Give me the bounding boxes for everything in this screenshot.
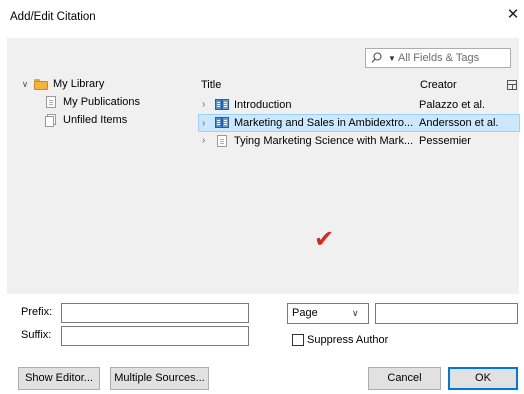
item-creator: Pessemier	[419, 135, 471, 147]
table-row[interactable]: › Marketing and Sales in Ambidextro... A…	[198, 114, 520, 132]
suffix-input[interactable]	[61, 326, 249, 346]
table-row[interactable]: › Introduction Palazzo et al.	[198, 96, 520, 114]
documents-icon	[45, 114, 57, 127]
item-title: Marketing and Sales in Ambidextro...	[234, 117, 414, 129]
chevron-down-icon[interactable]: ∨	[20, 76, 30, 93]
prefix-input[interactable]	[61, 303, 249, 323]
book-icon	[215, 99, 229, 110]
suppress-author-label[interactable]: Suppress Author	[307, 334, 388, 346]
tree-item-label: My Publications	[63, 96, 141, 108]
locator-type-select[interactable]: Page ∨	[287, 303, 369, 324]
tree-item-unfiled-items[interactable]: Unfiled Items	[45, 112, 185, 129]
chevron-right-icon[interactable]: ›	[202, 96, 205, 114]
ok-button[interactable]: OK	[448, 367, 518, 390]
prefix-label: Prefix:	[21, 306, 53, 318]
column-header-creator[interactable]: Creator	[420, 77, 457, 94]
book-icon	[215, 117, 229, 128]
locator-type-value: Page	[292, 307, 318, 319]
chevron-right-icon[interactable]: ›	[202, 132, 205, 150]
multiple-sources-button[interactable]: Multiple Sources...	[110, 367, 209, 390]
suppress-author-checkbox[interactable]	[292, 334, 304, 346]
search-mode-caret-icon[interactable]: ▼	[388, 50, 396, 68]
item-creator: Palazzo et al.	[419, 99, 486, 111]
tree-item-label: Unfiled Items	[63, 114, 128, 126]
locator-input[interactable]	[375, 303, 518, 324]
suffix-label: Suffix:	[21, 329, 52, 341]
search-input[interactable]: ▼ All Fields & Tags	[365, 48, 511, 68]
cancel-button[interactable]: Cancel	[368, 367, 441, 390]
folder-icon	[34, 79, 48, 90]
item-title: Introduction	[234, 99, 292, 111]
window-title: Add/Edit Citation	[10, 11, 96, 23]
search-placeholder: All Fields & Tags	[398, 52, 480, 64]
item-creator: Andersson et al.	[419, 117, 499, 129]
tree-item-my-publications[interactable]: My Publications	[46, 94, 186, 111]
tree-item-my-library[interactable]: ∨ My Library	[20, 76, 190, 93]
column-picker-icon[interactable]	[507, 80, 517, 90]
chevron-right-icon[interactable]: ›	[202, 115, 205, 133]
document-icon	[46, 96, 56, 108]
table-row[interactable]: › Tying Marketing Science with Mark... P…	[198, 132, 520, 150]
show-editor-button[interactable]: Show Editor...	[18, 367, 100, 390]
tree-item-label: My Library	[53, 78, 105, 90]
search-icon[interactable]	[371, 52, 382, 64]
item-title: Tying Marketing Science with Mark...	[234, 135, 414, 147]
column-header-title[interactable]: Title	[201, 77, 221, 94]
checkmark-icon: ✔	[314, 225, 335, 253]
close-icon[interactable]: ✕	[506, 7, 520, 23]
chevron-down-icon: ∨	[352, 308, 359, 318]
document-icon	[217, 135, 227, 147]
